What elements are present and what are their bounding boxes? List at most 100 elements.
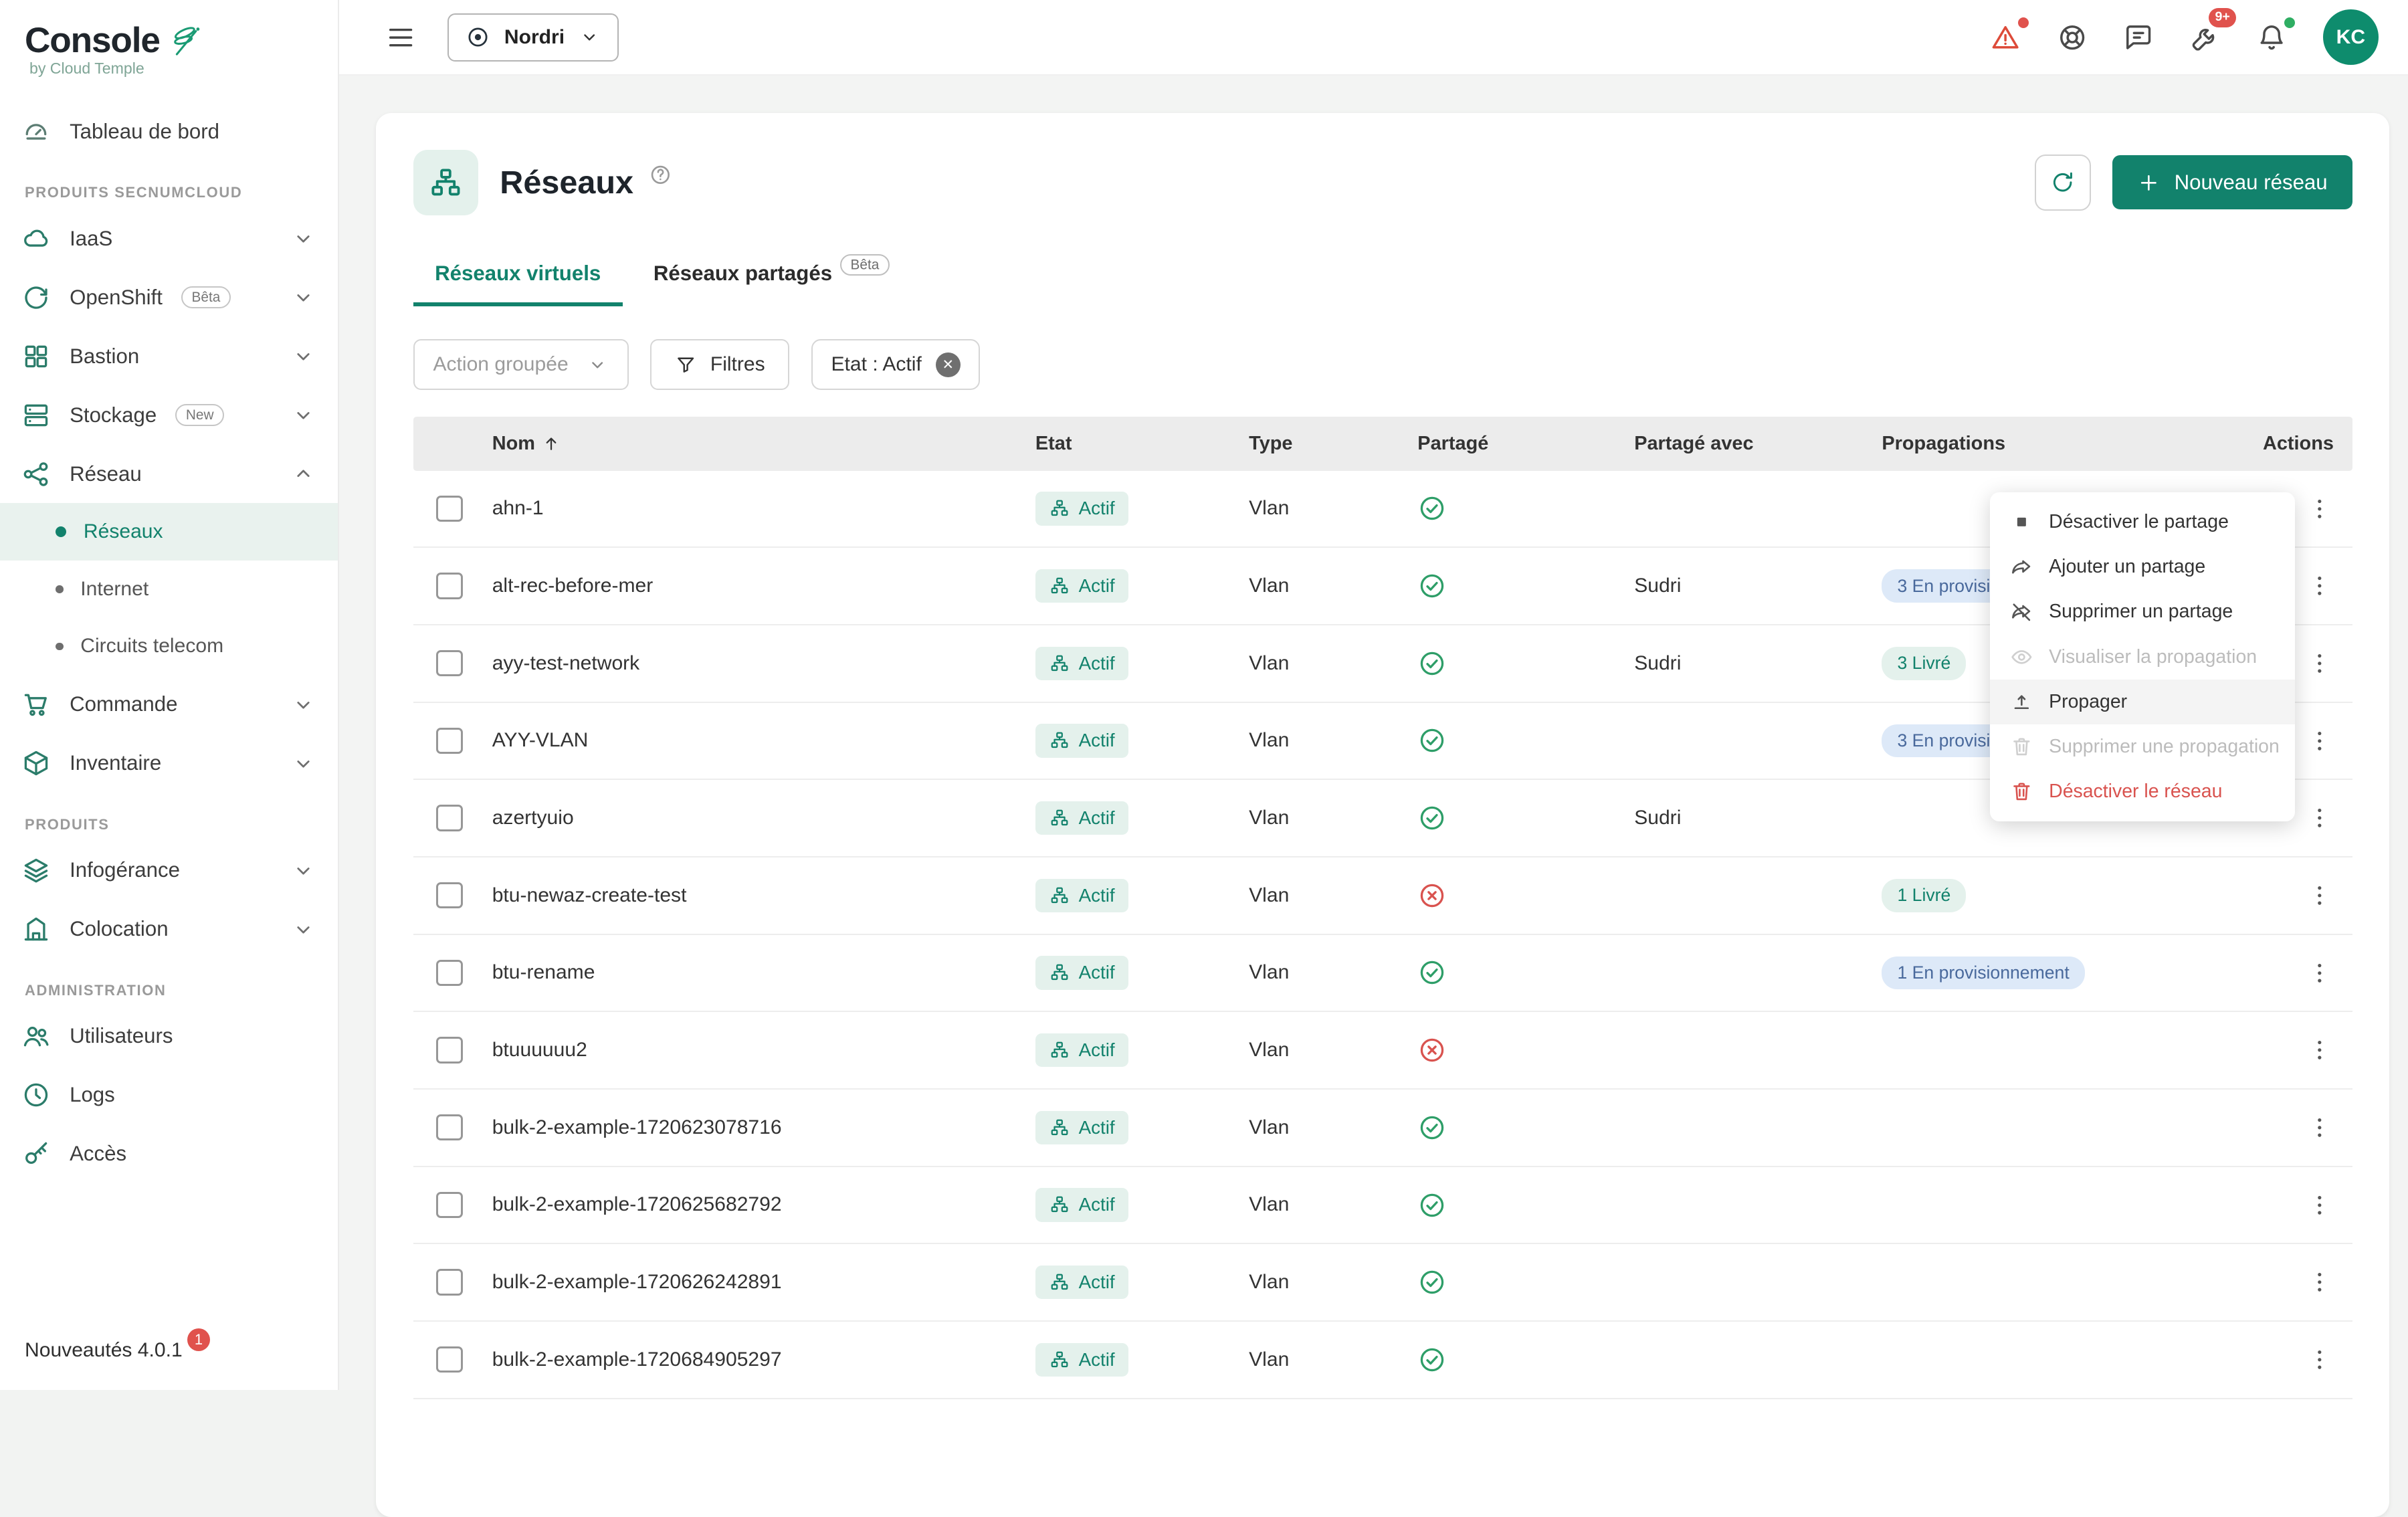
- sidebar-item-reseau[interactable]: Réseau: [0, 445, 338, 504]
- network-name[interactable]: btu-rename: [492, 961, 595, 984]
- bell-icon[interactable]: [2256, 22, 2287, 53]
- menu-item-desactiver-le-reseau[interactable]: Désactiver le réseau: [1990, 769, 2295, 814]
- row-actions-button[interactable]: [2306, 572, 2334, 600]
- menu-item-label: Visualiser la propagation: [2049, 646, 2257, 668]
- whats-new-link[interactable]: Nouveautés 4.0.1 1: [0, 1318, 338, 1390]
- row-actions-button[interactable]: [2306, 649, 2334, 678]
- status-badge: Actif: [1035, 956, 1129, 990]
- refresh-button[interactable]: [2035, 155, 2090, 210]
- network-name[interactable]: btu-newaz-create-test: [492, 884, 687, 907]
- column-header-type[interactable]: Type: [1243, 433, 1411, 455]
- network-name[interactable]: bulk-2-example-1720684905297: [492, 1348, 782, 1371]
- notification-dot: [2284, 17, 2295, 28]
- sidebar-item-openshift[interactable]: OpenShiftBêta: [0, 268, 338, 327]
- menu-item-desactiver-le-partage[interactable]: Désactiver le partage: [1990, 500, 2295, 544]
- menu-item-supprimer-un-partage[interactable]: Supprimer un partage: [1990, 589, 2295, 634]
- row-checkbox[interactable]: [436, 805, 462, 831]
- row-checkbox[interactable]: [436, 882, 462, 908]
- chevron-down-icon: [291, 344, 316, 369]
- row-actions-button[interactable]: [2306, 804, 2334, 832]
- network-icon: [1049, 963, 1070, 983]
- item-badge: New: [175, 404, 224, 426]
- sidebar-item-label: Stockage: [70, 403, 157, 427]
- sidebar-item-acces[interactable]: Accès: [0, 1124, 338, 1183]
- row-actions-button[interactable]: [2306, 727, 2334, 755]
- sidebar-item-logs[interactable]: Logs: [0, 1066, 338, 1124]
- network-type: Vlan: [1249, 884, 1289, 907]
- avatar[interactable]: KC: [2323, 9, 2379, 65]
- tab-virtual-networks[interactable]: Réseaux virtuels: [413, 246, 623, 307]
- row-actions-button[interactable]: [2306, 1114, 2334, 1142]
- feedback-icon[interactable]: [2123, 22, 2154, 53]
- row-actions-button[interactable]: [2306, 495, 2334, 523]
- new-network-button[interactable]: Nouveau réseau: [2112, 155, 2352, 209]
- row-actions-button[interactable]: [2306, 1268, 2334, 1296]
- filter-bar: Action groupée Filtres Etat : Actif ✕: [413, 339, 2352, 390]
- sidebar-item-colocation[interactable]: Colocation: [0, 900, 338, 958]
- sidebar-subitem-reseaux[interactable]: Réseaux: [0, 503, 338, 561]
- network-name[interactable]: alt-rec-before-mer: [492, 575, 654, 597]
- hamburger-icon[interactable]: [385, 22, 416, 53]
- sidebar-item-commande[interactable]: Commande: [0, 675, 338, 734]
- openshift-icon: [21, 283, 51, 312]
- row-checkbox[interactable]: [436, 1037, 462, 1063]
- network-name[interactable]: ayy-test-network: [492, 652, 640, 675]
- column-header-nom[interactable]: Nom: [486, 433, 1029, 455]
- sidebar-item-infogerance[interactable]: Infogérance: [0, 841, 338, 900]
- help-icon[interactable]: [2057, 22, 2088, 53]
- row-actions-button[interactable]: [2306, 959, 2334, 987]
- row-checkbox[interactable]: [436, 496, 462, 522]
- row-actions-button[interactable]: [2306, 1346, 2334, 1374]
- sidebar-subitem-circuits-telecom[interactable]: Circuits telecom: [0, 618, 338, 676]
- row-actions-button[interactable]: [2306, 1191, 2334, 1219]
- column-header-partage-avec[interactable]: Partagé avec: [1628, 433, 1876, 455]
- tab-shared-networks[interactable]: Réseaux partagésBêta: [631, 246, 911, 307]
- network-name[interactable]: azertyuio: [492, 807, 574, 829]
- filters-button[interactable]: Filtres: [650, 339, 789, 390]
- row-checkbox[interactable]: [436, 960, 462, 986]
- sidebar-item-stockage[interactable]: Stockage New: [0, 386, 338, 445]
- column-header-partage[interactable]: Partagé: [1411, 433, 1628, 455]
- notification-dot: [2018, 17, 2029, 28]
- filter-chip-label: Etat : Actif: [831, 353, 922, 376]
- row-checkbox[interactable]: [436, 1192, 462, 1218]
- sidebar-item-bastion[interactable]: Bastion: [0, 327, 338, 386]
- bulk-action-select[interactable]: Action groupée: [413, 339, 629, 390]
- network-name[interactable]: AYY-VLAN: [492, 729, 589, 752]
- network-name[interactable]: bulk-2-example-1720625682792: [492, 1193, 782, 1216]
- row-checkbox[interactable]: [436, 1269, 462, 1295]
- alert-icon[interactable]: [1990, 22, 2021, 53]
- sidebar-item-tableau-de-bord[interactable]: Tableau de bord: [0, 102, 338, 161]
- network-name[interactable]: ahn-1: [492, 497, 544, 520]
- sidebar-item-label: Infogérance: [70, 858, 180, 882]
- sidebar-item-inventaire[interactable]: Inventaire: [0, 734, 338, 793]
- sidebar-item-utilisateurs[interactable]: Utilisateurs: [0, 1007, 338, 1066]
- column-header-propagations[interactable]: Propagations: [1876, 433, 2235, 455]
- inventory-icon: [21, 748, 51, 778]
- table-row: bulk-2-example-1720684905297ActifVlan: [413, 1322, 2352, 1399]
- remove-filter-icon[interactable]: ✕: [936, 352, 961, 377]
- network-name[interactable]: bulk-2-example-1720623078716: [492, 1116, 782, 1139]
- menu-item-ajouter-un-partage[interactable]: Ajouter un partage: [1990, 544, 2295, 589]
- row-checkbox[interactable]: [436, 728, 462, 754]
- row-checkbox[interactable]: [436, 650, 462, 676]
- tools-icon[interactable]: 9+: [2190, 22, 2221, 53]
- row-checkbox[interactable]: [436, 1346, 462, 1373]
- logo[interactable]: Console by Cloud Temple: [0, 0, 338, 90]
- question-icon[interactable]: [649, 163, 672, 187]
- organization-selector[interactable]: Nordri: [447, 13, 619, 62]
- menu-item-visualiser-la-propagation: Visualiser la propagation: [1990, 635, 2295, 680]
- row-checkbox[interactable]: [436, 1114, 462, 1140]
- network-name[interactable]: bulk-2-example-1720626242891: [492, 1271, 782, 1294]
- chevron-down-icon: [291, 858, 316, 883]
- menu-item-propager[interactable]: Propager: [1990, 680, 2295, 724]
- table-row: btu-renameActifVlan1 En provisionnement: [413, 935, 2352, 1013]
- network-name[interactable]: btuuuuuu2: [492, 1039, 587, 1061]
- row-actions-button[interactable]: [2306, 882, 2334, 910]
- column-header-etat[interactable]: Etat: [1029, 433, 1243, 455]
- row-checkbox[interactable]: [436, 573, 462, 599]
- sidebar-subitem-internet[interactable]: Internet: [0, 561, 338, 618]
- row-actions-button[interactable]: [2306, 1036, 2334, 1064]
- shared-ok-icon: [1417, 726, 1447, 755]
- sidebar-item-iaas[interactable]: IaaS: [0, 209, 338, 268]
